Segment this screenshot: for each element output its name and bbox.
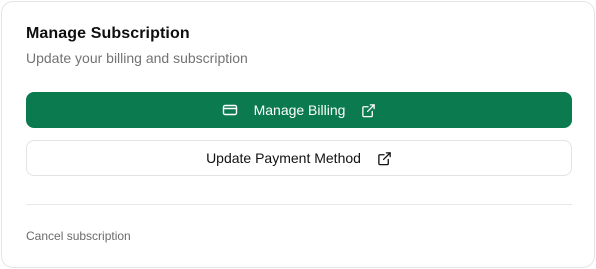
- external-link-icon: [361, 103, 376, 118]
- credit-card-icon: [222, 102, 238, 118]
- card-subtitle: Update your billing and subscription: [26, 50, 248, 66]
- update-payment-method-label: Update Payment Method: [206, 150, 361, 166]
- card-title: Manage Subscription: [26, 25, 190, 42]
- manage-billing-button[interactable]: Manage Billing: [26, 92, 572, 128]
- manage-billing-label: Manage Billing: [253, 102, 346, 118]
- divider: [26, 204, 572, 205]
- external-link-icon: [377, 151, 392, 166]
- manage-subscription-card: Manage Subscription Update your billing …: [1, 1, 595, 268]
- update-payment-method-button[interactable]: Update Payment Method: [26, 140, 572, 176]
- cancel-subscription-link[interactable]: Cancel subscription: [26, 228, 131, 244]
